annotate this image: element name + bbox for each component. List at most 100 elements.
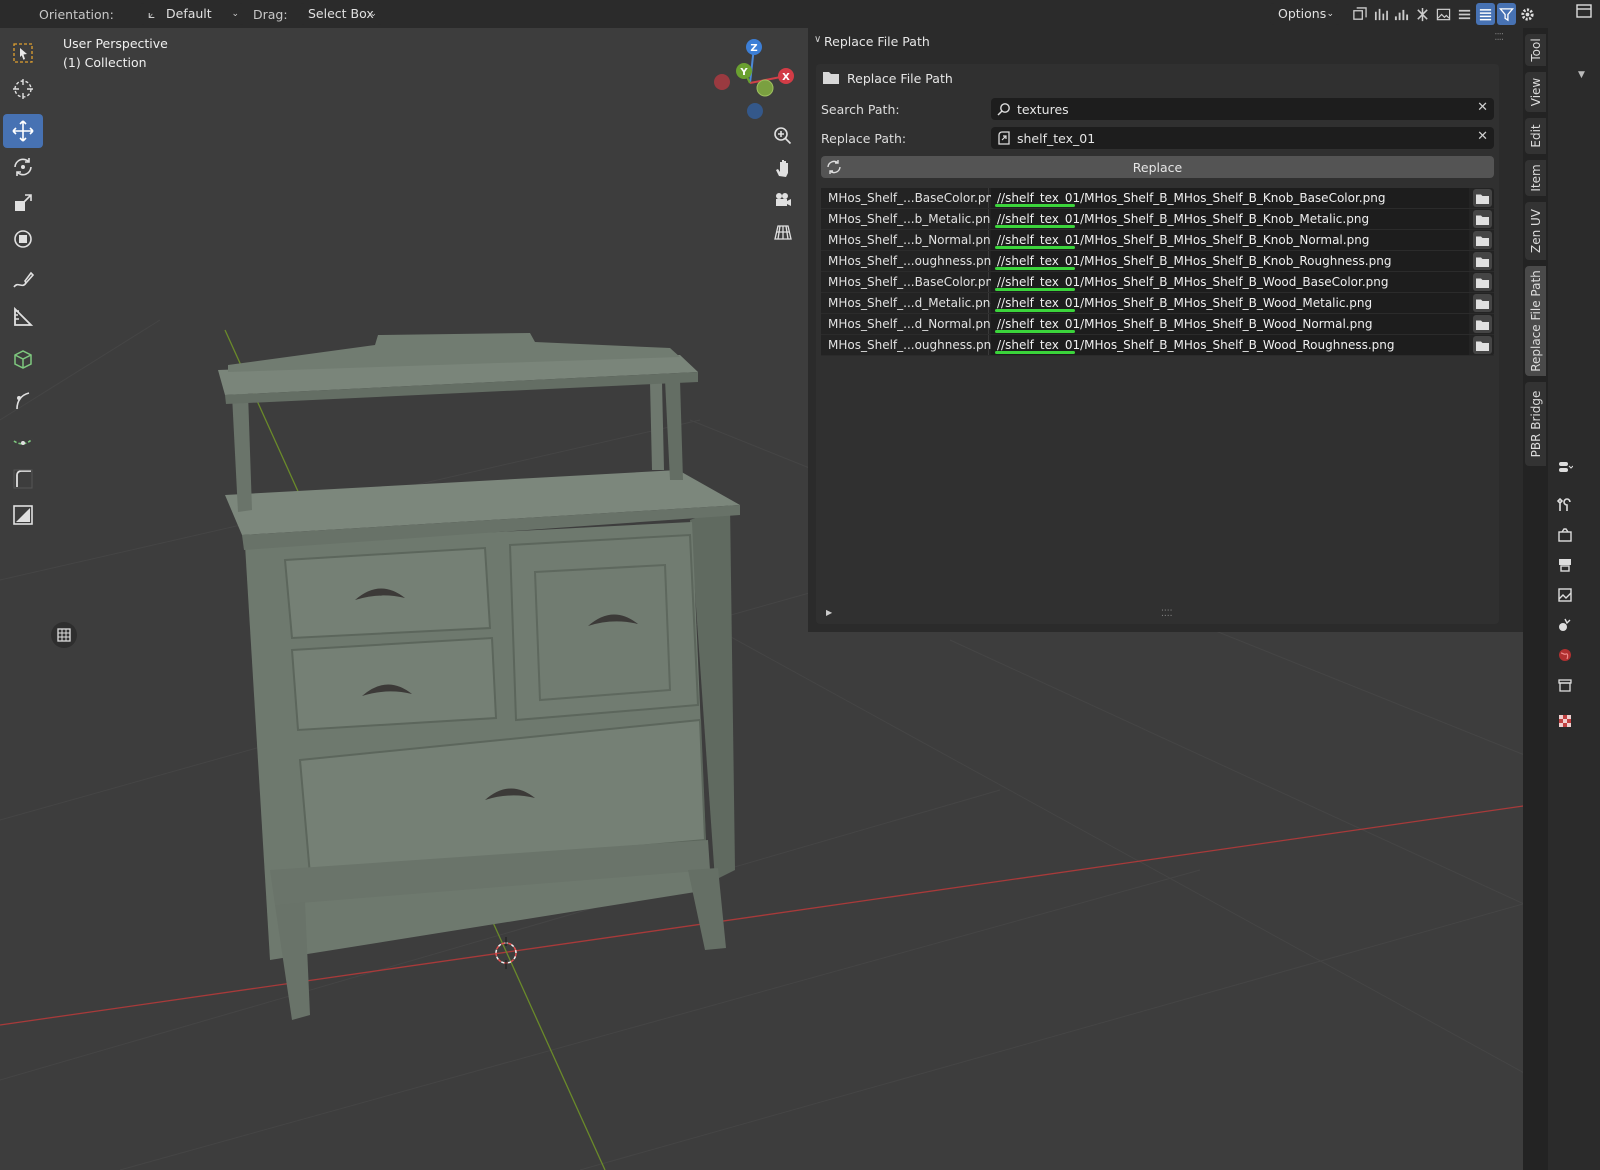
panel-header[interactable]: ∨ Replace File Path ⁚⁚⁚⁚ xyxy=(808,28,1523,54)
outliner-list-icon[interactable] xyxy=(1476,3,1495,25)
file-path-input[interactable]: //shelf_tex_01/MHos_Shelf_B_MHos_Shelf_B… xyxy=(991,314,1469,334)
header-icon-group xyxy=(1350,3,1537,25)
measure-icon[interactable] xyxy=(3,300,43,334)
browse-folder-icon[interactable] xyxy=(1473,336,1492,354)
filter-icon[interactable] xyxy=(1497,3,1516,25)
navigation-gizmo[interactable]: Z X Y xyxy=(700,36,800,126)
browse-folder-icon[interactable] xyxy=(1473,252,1492,270)
tab-label: Tool xyxy=(1528,38,1543,62)
view-layer-icon[interactable] xyxy=(1550,580,1580,610)
xray-icon[interactable] xyxy=(1350,3,1369,25)
tab-view[interactable]: View xyxy=(1525,72,1546,112)
file-name: MHos_Shelf_...oughness.png xyxy=(821,335,999,355)
zoom-icon[interactable] xyxy=(769,122,797,150)
stats-icon[interactable] xyxy=(1371,3,1390,25)
grid-perspective-icon[interactable] xyxy=(769,218,797,246)
chart-icon[interactable] xyxy=(1392,3,1411,25)
drag-value: Select Box xyxy=(308,6,374,21)
folder-icon xyxy=(823,72,839,84)
drag-dropdown[interactable]: Select Box ⌄ xyxy=(300,3,382,25)
search-path-input[interactable]: textures ✕ xyxy=(991,98,1494,120)
browse-folder-icon[interactable] xyxy=(1473,315,1492,333)
tab-item[interactable]: Item xyxy=(1525,160,1546,196)
scroll-down-icon[interactable]: ▼ xyxy=(1578,70,1585,80)
annotate-icon[interactable] xyxy=(3,264,43,298)
file-path-input[interactable]: //shelf_tex_01/MHos_Shelf_B_MHos_Shelf_B… xyxy=(991,188,1469,208)
render-icon[interactable] xyxy=(1550,520,1580,550)
tool-settings-icon[interactable] xyxy=(1550,452,1580,482)
file-path-input[interactable]: //shelf_tex_01/MHos_Shelf_B_MHos_Shelf_B… xyxy=(991,230,1469,250)
shrink-icon[interactable] xyxy=(3,498,43,532)
neg-x-axis-icon[interactable] xyxy=(714,74,730,90)
options-dropdown[interactable]: Options ⌄ xyxy=(1270,3,1340,25)
browse-folder-icon[interactable] xyxy=(1473,210,1492,228)
file-name: MHos_Shelf_...oughness.png xyxy=(821,251,999,271)
subpanel: Replace File Path Search Path: textures … xyxy=(816,64,1499,624)
cursor-icon[interactable] xyxy=(3,72,43,106)
collection-name: (1) Collection xyxy=(63,55,147,70)
armature-icon[interactable] xyxy=(1413,3,1432,25)
cabinet-model xyxy=(218,333,740,1020)
scene-icon[interactable] xyxy=(1550,610,1580,640)
neg-y-axis-icon[interactable] xyxy=(756,79,774,97)
browse-folder-icon[interactable] xyxy=(1473,189,1492,207)
file-name: MHos_Shelf_...d_Metalic.png xyxy=(821,293,998,313)
replace-file-path-panel: ∨ Replace File Path ⁚⁚⁚⁚ Replace File Pa… xyxy=(808,28,1523,632)
tab-tool[interactable]: Tool xyxy=(1525,34,1546,66)
orientation-dropdown[interactable]: ⟀ Default ⌄ xyxy=(140,3,244,25)
file-path-input[interactable]: //shelf_tex_01/MHos_Shelf_B_MHos_Shelf_B… xyxy=(991,335,1469,355)
smooth-icon[interactable] xyxy=(3,420,43,454)
texture-icon[interactable] xyxy=(1550,706,1580,736)
match-highlight xyxy=(995,204,1075,207)
file-path-input[interactable]: //shelf_tex_01/MHos_Shelf_B_MHos_Shelf_B… xyxy=(991,293,1469,313)
collection-icon[interactable] xyxy=(1550,670,1580,700)
file-path-input[interactable]: //shelf_tex_01/MHos_Shelf_B_MHos_Shelf_B… xyxy=(991,251,1469,271)
neg-z-axis-icon[interactable] xyxy=(747,103,763,119)
properties-tabs xyxy=(1550,452,1580,736)
output-icon[interactable] xyxy=(1550,550,1580,580)
world-icon[interactable] xyxy=(1550,640,1580,670)
tab-pbr-bridge[interactable]: PBR Bridge xyxy=(1525,382,1546,466)
rotate-icon[interactable] xyxy=(3,150,43,184)
pan-hand-icon[interactable] xyxy=(769,154,797,182)
file-path-input[interactable]: //shelf_tex_01/MHos_Shelf_B_MHos_Shelf_B… xyxy=(991,209,1469,229)
replace-path-input[interactable]: shelf_tex_01 ✕ xyxy=(991,127,1494,149)
wrench-tool-icon[interactable] xyxy=(1550,490,1580,520)
gear-icon[interactable] xyxy=(1518,3,1537,25)
tab-label: Item xyxy=(1528,164,1543,192)
browse-folder-icon[interactable] xyxy=(1473,273,1492,291)
properties-editor-icon[interactable] xyxy=(1576,4,1592,18)
chevron-down-icon: ⌄ xyxy=(231,9,239,19)
move-icon[interactable] xyxy=(3,114,43,148)
select-box-icon[interactable] xyxy=(3,36,43,70)
panel-title: Replace File Path xyxy=(824,34,930,49)
rip-icon[interactable] xyxy=(3,462,43,496)
match-highlight xyxy=(995,246,1075,249)
expand-arrow-icon[interactable]: ▶ xyxy=(826,608,832,617)
shear-icon[interactable] xyxy=(3,384,43,418)
browse-folder-icon[interactable] xyxy=(1473,231,1492,249)
camera-icon[interactable] xyxy=(769,186,797,214)
subpanel-header: Replace File Path xyxy=(816,64,1499,90)
clear-replace-icon[interactable]: ✕ xyxy=(1477,129,1488,144)
chevron-down-icon[interactable]: ∨ xyxy=(814,34,821,45)
image-icon[interactable] xyxy=(1434,3,1453,25)
file-path-input[interactable]: //shelf_tex_01/MHos_Shelf_B_MHos_Shelf_B… xyxy=(991,272,1469,292)
replace-path-value: shelf_tex_01 xyxy=(1017,131,1096,146)
replace-button[interactable]: Replace xyxy=(821,156,1494,178)
resize-grip-icon[interactable]: ⁚⁚⁚⁚ xyxy=(1161,609,1172,619)
file-path-value: //shelf_tex_01/MHos_Shelf_B_MHos_Shelf_B… xyxy=(997,191,1386,205)
sidebar-tabs: Tool View Edit Item Zen UV Replace File Path P… xyxy=(1523,28,1548,1170)
drag-grip-icon[interactable]: ⁚⁚⁚⁚ xyxy=(1494,32,1504,43)
browse-folder-icon[interactable] xyxy=(1473,294,1492,312)
search-icon xyxy=(997,103,1010,116)
tab-zen-uv[interactable]: Zen UV xyxy=(1525,202,1546,260)
tab-replace-file-path[interactable]: Replace File Path xyxy=(1525,266,1546,376)
quad-view-icon[interactable] xyxy=(51,622,77,648)
transform-icon[interactable] xyxy=(3,222,43,256)
tab-edit[interactable]: Edit xyxy=(1525,118,1546,154)
add-cube-icon[interactable] xyxy=(3,342,43,376)
clear-search-icon[interactable]: ✕ xyxy=(1477,100,1488,115)
scale-icon[interactable] xyxy=(3,186,43,220)
list-icon[interactable] xyxy=(1455,3,1474,25)
